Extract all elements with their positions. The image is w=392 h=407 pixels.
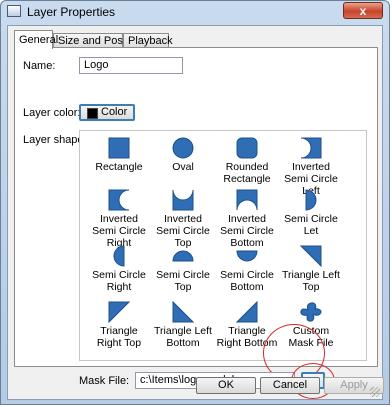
shape-label: Inverted Semi Circle Top <box>156 213 210 249</box>
inverted-semi-circle-bottom-shape-icon <box>236 189 258 211</box>
general-tab-panel: Name: Logo Layer color: Color Layer shap… <box>14 47 378 399</box>
mask-file-label: Mask File: <box>79 375 130 387</box>
layer-shape-label: Layer shape: <box>23 134 87 146</box>
color-swatch <box>87 108 98 119</box>
name-input[interactable]: Logo <box>79 57 183 74</box>
inverted-semi-circle-right-shape-icon <box>108 189 130 211</box>
inverted-semi-circle-top-shape-icon <box>172 189 194 211</box>
name-label: Name: <box>23 60 56 72</box>
tab-size-and-position[interactable]: Size and Position <box>53 33 143 48</box>
shape-label: Oval <box>172 161 194 173</box>
shape-option-rectangle[interactable]: Rectangle <box>88 137 150 173</box>
shape-option-semi-circle-right[interactable]: Semi Circle Right <box>88 245 150 293</box>
shape-label: Inverted Semi Circle Bottom <box>220 213 274 249</box>
shape-option-inverted-semi-circle-top[interactable]: Inverted Semi Circle Top <box>152 189 214 249</box>
shape-option-inverted-semi-circle-right[interactable]: Inverted Semi Circle Right <box>88 189 150 249</box>
shape-label: Semi Circle Let <box>284 213 338 237</box>
triangle-right-bottom-shape-icon <box>236 301 258 323</box>
cancel-button[interactable]: Cancel <box>260 377 320 394</box>
dialog-client-area: General Size and Position Playback Name:… <box>7 25 384 400</box>
layer-color-label: Layer color: <box>23 107 81 119</box>
semi-circle-left-shape-icon <box>305 189 317 211</box>
tab-playback[interactable]: Playback <box>123 33 173 48</box>
shape-label: Triangle Left Bottom <box>154 325 212 349</box>
shape-option-semi-circle-left[interactable]: Semi Circle Let <box>280 189 342 237</box>
layer-shape-list: Rectangle Oval Rounded Rectangle Inverte… <box>79 130 367 382</box>
window-icon <box>7 5 21 17</box>
rectangle-shape-icon <box>108 137 130 159</box>
window-title: Layer Properties <box>27 5 116 19</box>
semi-circle-right-shape-icon <box>113 245 125 267</box>
shape-label: Inverted Semi Circle Right <box>92 213 146 249</box>
shape-label: Semi Circle Bottom <box>220 269 274 293</box>
rounded-rectangle-shape-icon <box>236 137 258 159</box>
resize-grip[interactable] <box>370 387 380 397</box>
shape-option-triangle-left-top[interactable]: Triangle Left Top <box>280 245 342 293</box>
shape-label: Rectangle <box>95 161 143 173</box>
color-button-label: Color <box>101 106 128 118</box>
semi-circle-top-shape-icon <box>172 250 194 262</box>
triangle-left-top-shape-icon <box>300 245 322 267</box>
shape-option-inverted-semi-circle-left[interactable]: Inverted Semi Circle Left <box>280 137 342 197</box>
shape-label: Semi Circle Right <box>92 269 146 293</box>
ok-button[interactable]: OK <box>196 377 256 394</box>
title-bar[interactable]: Layer Properties x <box>1 1 389 23</box>
shape-option-rounded-rectangle[interactable]: Rounded Rectangle <box>216 137 278 185</box>
shape-option-semi-circle-bottom[interactable]: Semi Circle Bottom <box>216 245 278 293</box>
shape-option-inverted-semi-circle-bottom[interactable]: Inverted Semi Circle Bottom <box>216 189 278 249</box>
shape-label: Rounded Rectangle <box>223 161 271 185</box>
layer-properties-dialog: Layer Properties x General Size and Posi… <box>0 0 390 405</box>
shape-label: Semi Circle Top <box>156 269 210 293</box>
color-button[interactable]: Color <box>79 104 135 121</box>
inverted-semi-circle-left-shape-icon <box>300 137 322 159</box>
close-button[interactable]: x <box>343 2 383 19</box>
shape-option-triangle-left-bottom[interactable]: Triangle Left Bottom <box>152 301 214 349</box>
shape-label: Triangle Left Top <box>282 269 340 293</box>
oval-shape-icon <box>172 137 194 159</box>
shape-option-oval[interactable]: Oval <box>152 137 214 173</box>
custom-mask-shape-icon <box>300 302 322 322</box>
shape-option-semi-circle-top[interactable]: Semi Circle Top <box>152 245 214 293</box>
semi-circle-bottom-shape-icon <box>236 250 258 262</box>
shape-label: Triangle Right Top <box>96 325 142 349</box>
shape-option-triangle-right-top[interactable]: Triangle Right Top <box>88 301 150 349</box>
tab-general[interactable]: General <box>14 30 58 49</box>
triangle-right-top-shape-icon <box>108 301 130 323</box>
triangle-left-bottom-shape-icon <box>172 301 194 323</box>
